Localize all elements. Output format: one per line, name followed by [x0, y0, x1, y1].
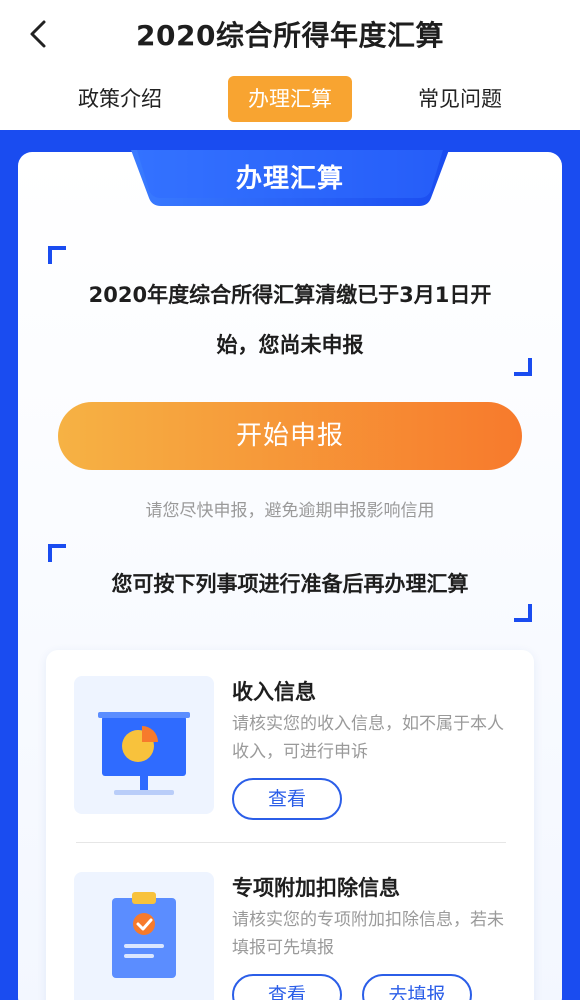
corner-decoration-bottom-right: [514, 358, 532, 376]
presentation-chart-icon: [98, 712, 190, 795]
deduction-illustration: [74, 872, 214, 1000]
corner-decoration-bottom-right-2: [514, 604, 532, 622]
clipboard-check-icon: [112, 892, 176, 978]
tab-faq[interactable]: 常见问题: [398, 76, 522, 122]
list-item-special-deduction: 专项附加扣除信息 请核实您的专项附加扣除信息，若未填报可先填报 查看 去填报: [46, 846, 534, 1000]
section-banner: 办理汇算: [131, 150, 449, 208]
page-title: 2020综合所得年度汇算: [136, 19, 444, 52]
notice-line-1: 2020年度综合所得汇算清缴已于3月1日开: [88, 283, 492, 307]
tab-bar: 政策介绍 办理汇算 常见问题: [0, 76, 580, 122]
view-income-button[interactable]: 查看: [232, 778, 342, 820]
corner-decoration-top-left: [48, 246, 66, 264]
view-deduction-button[interactable]: 查看: [232, 974, 342, 1000]
fill-deduction-button[interactable]: 去填报: [362, 974, 472, 1000]
start-filing-button[interactable]: 开始申报: [58, 402, 522, 470]
banner-title: 办理汇算: [235, 164, 344, 194]
item-divider: [76, 842, 506, 843]
notice-text: 2020年度综合所得汇算清缴已于3月1日开 始，您尚未申报: [68, 270, 512, 370]
notice-line-2: 始，您尚未申报: [216, 333, 364, 357]
tab-process[interactable]: 办理汇算: [228, 76, 352, 122]
checklist-panel: 收入信息 请核实您的收入信息，如不属于本人收入，可进行申诉 查看 专项附加扣除信…: [46, 650, 534, 1000]
deduction-title: 专项附加扣除信息: [232, 876, 400, 900]
corner-decoration-top-left-2: [48, 544, 66, 562]
reminder-hint: 请您尽快申报，避免逾期申报影响信用: [145, 501, 435, 521]
income-description: 请核实您的收入信息，如不属于本人收入，可进行申诉: [232, 714, 504, 762]
tab-policy[interactable]: 政策介绍: [58, 76, 182, 122]
preparation-text: 您可按下列事项进行准备后再办理汇算: [111, 572, 469, 596]
income-illustration: [74, 676, 214, 814]
app-header: 2020综合所得年度汇算 政策介绍 办理汇算 常见问题: [0, 0, 580, 130]
list-item-income: 收入信息 请核实您的收入信息，如不属于本人收入，可进行申诉 查看: [46, 650, 534, 840]
deduction-description: 请核实您的专项附加扣除信息，若未填报可先填报: [232, 910, 504, 958]
income-title: 收入信息: [232, 680, 316, 704]
main-card: 办理汇算 2020年度综合所得汇算清缴已于3月1日开 始，您尚未申报 开始申报 …: [18, 150, 562, 1000]
